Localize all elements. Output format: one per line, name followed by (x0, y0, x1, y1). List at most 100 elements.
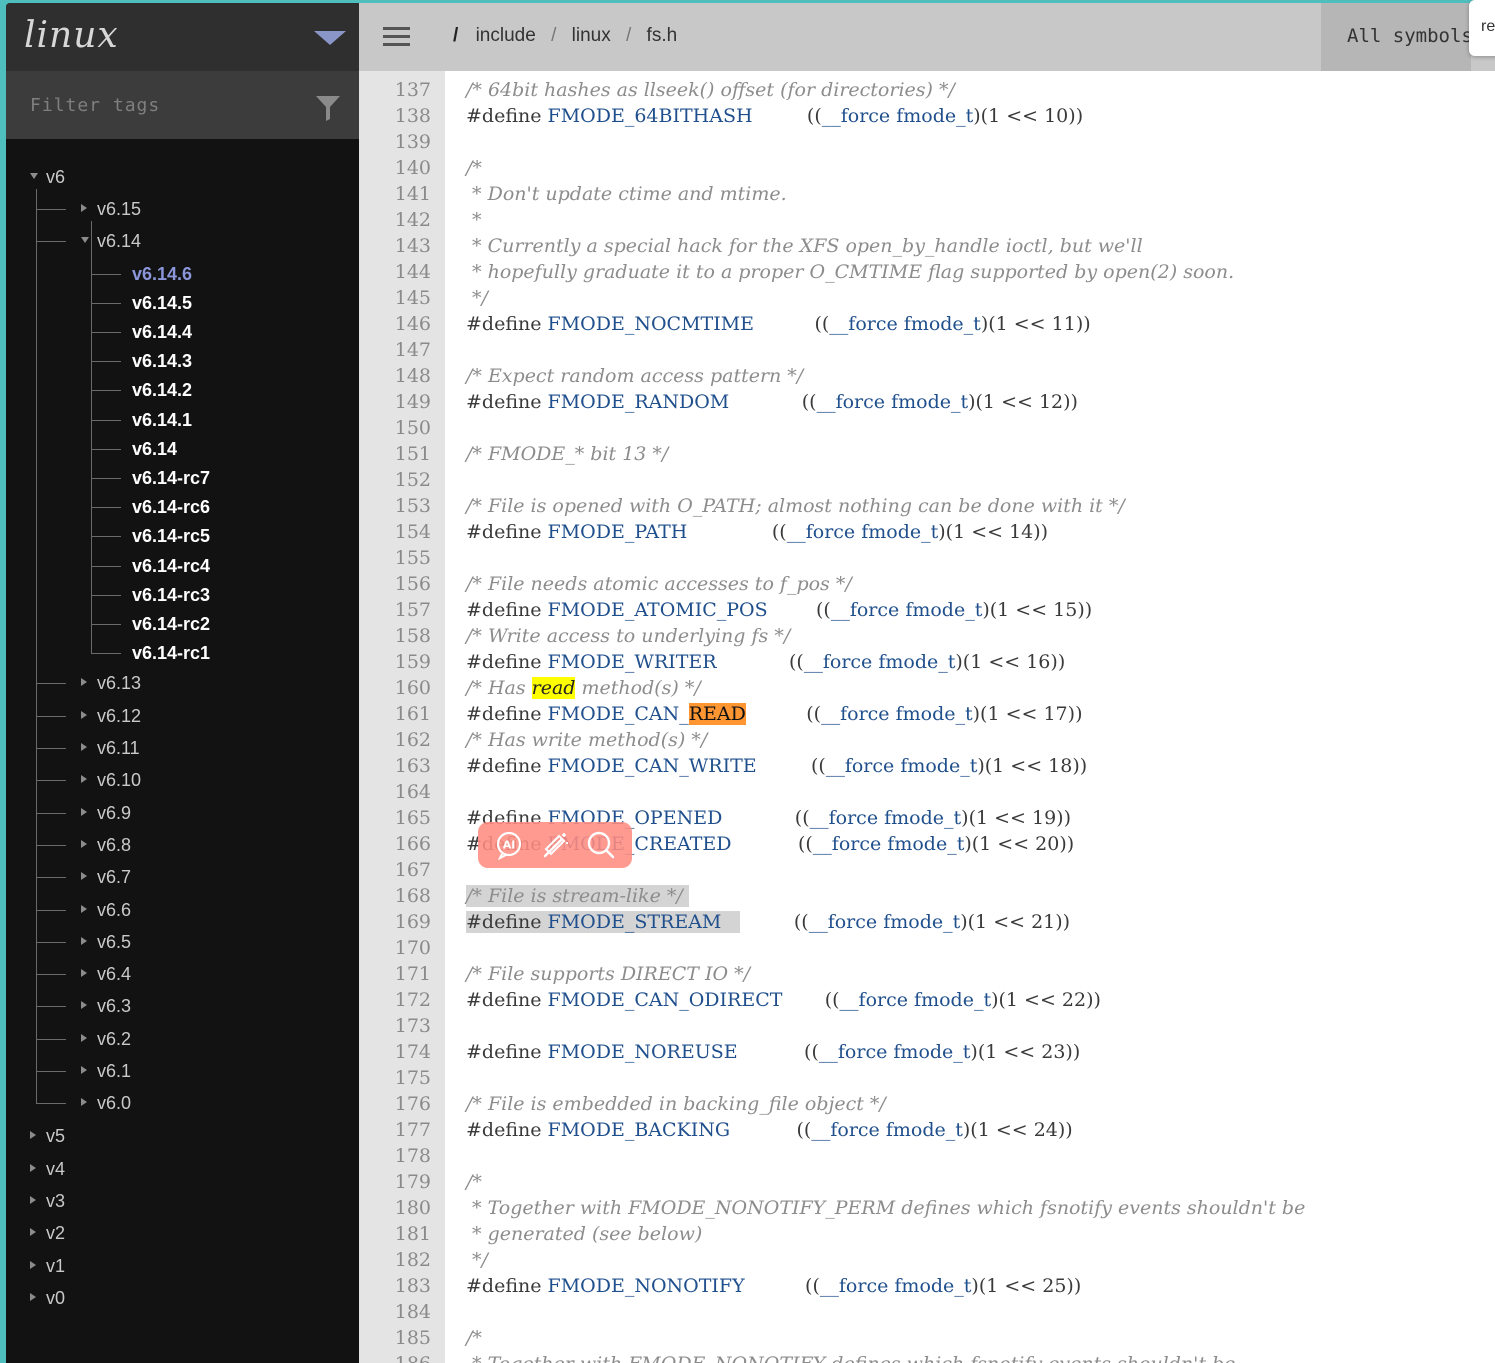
collapsed-triangle-icon[interactable] (81, 969, 87, 978)
breadcrumb-include[interactable]: include (476, 25, 536, 46)
line-number[interactable]: 182 (359, 1247, 431, 1273)
collapsed-triangle-icon[interactable] (81, 839, 87, 848)
line-number[interactable]: 142 (359, 207, 431, 233)
expanded-triangle-icon[interactable] (30, 173, 38, 179)
tree-item-v1[interactable]: v1 (46, 1256, 65, 1276)
line-number[interactable]: 147 (359, 337, 431, 363)
collapsed-triangle-icon[interactable] (30, 1260, 36, 1269)
line-number[interactable]: 174 (359, 1039, 431, 1065)
line-number[interactable]: 144 (359, 259, 431, 285)
line-number[interactable]: 148 (359, 363, 431, 389)
line-number[interactable]: 159 (359, 649, 431, 675)
tree-item-v6-14-rc1[interactable]: v6.14-rc1 (132, 643, 210, 663)
tree-item-v6-6[interactable]: v6.6 (97, 900, 131, 920)
line-number[interactable]: 138 (359, 103, 431, 129)
line-number[interactable]: 164 (359, 779, 431, 805)
tree-item-v6-8[interactable]: v6.8 (97, 835, 131, 855)
hamburger-menu-icon[interactable] (383, 27, 411, 47)
line-number[interactable]: 179 (359, 1169, 431, 1195)
line-number[interactable]: 165 (359, 805, 431, 831)
chevron-down-icon[interactable] (314, 31, 346, 45)
collapsed-triangle-icon[interactable] (81, 710, 87, 719)
all-symbols-button[interactable]: All symbols (1321, 3, 1473, 71)
tree-item-v6-15[interactable]: v6.15 (97, 199, 141, 219)
line-number[interactable]: 151 (359, 441, 431, 467)
line-number[interactable]: 178 (359, 1143, 431, 1169)
tree-item-v6-14-4[interactable]: v6.14.4 (132, 322, 192, 342)
line-number[interactable]: 137 (359, 77, 431, 103)
tree-item-v6-14-5[interactable]: v6.14.5 (132, 293, 192, 313)
collapsed-triangle-icon[interactable] (81, 904, 87, 913)
line-number[interactable]: 154 (359, 519, 431, 545)
tree-item-v0[interactable]: v0 (46, 1288, 65, 1308)
tree-item-v6-14-rc7[interactable]: v6.14-rc7 (132, 468, 210, 488)
collapsed-triangle-icon[interactable] (81, 1033, 87, 1042)
tree-item-v6-9[interactable]: v6.9 (97, 803, 131, 823)
tree-item-v6-3[interactable]: v6.3 (97, 996, 131, 1016)
line-number[interactable]: 163 (359, 753, 431, 779)
tree-item-v6-12[interactable]: v6.12 (97, 706, 141, 726)
line-number[interactable]: 141 (359, 181, 431, 207)
collapsed-triangle-icon[interactable] (30, 1228, 36, 1237)
line-number[interactable]: 185 (359, 1325, 431, 1351)
line-number[interactable]: 177 (359, 1117, 431, 1143)
collapsed-triangle-icon[interactable] (81, 872, 87, 881)
line-number[interactable]: 171 (359, 961, 431, 987)
line-number[interactable]: 139 (359, 129, 431, 155)
tree-item-v6-14-3[interactable]: v6.14.3 (132, 351, 192, 371)
tree-item-v6-5[interactable]: v6.5 (97, 932, 131, 952)
magic-wand-icon[interactable] (540, 830, 570, 860)
line-number[interactable]: 184 (359, 1299, 431, 1325)
collapsed-triangle-icon[interactable] (81, 1066, 87, 1074)
line-number[interactable]: 173 (359, 1013, 431, 1039)
tree-item-v6-14[interactable]: v6.14 (97, 231, 141, 251)
collapsed-triangle-icon[interactable] (81, 743, 87, 751)
line-number[interactable]: 176 (359, 1091, 431, 1117)
tree-item-v6-14-1[interactable]: v6.14.1 (132, 410, 192, 430)
line-number[interactable]: 150 (359, 415, 431, 441)
project-selector[interactable]: linux (6, 3, 359, 71)
line-number[interactable]: 169 (359, 909, 431, 935)
tree-item-v6-14-rc6[interactable]: v6.14-rc6 (132, 497, 210, 517)
line-number[interactable]: 186 (359, 1351, 431, 1363)
line-number[interactable]: 162 (359, 727, 431, 753)
line-number[interactable]: 167 (359, 857, 431, 883)
line-number[interactable]: 152 (359, 467, 431, 493)
tree-item-v6[interactable]: v6 (46, 167, 65, 187)
popup-panel-edge[interactable]: re (1469, 0, 1495, 56)
line-number[interactable]: 146 (359, 311, 431, 337)
collapsed-triangle-icon[interactable] (30, 1163, 36, 1172)
line-number[interactable]: 181 (359, 1221, 431, 1247)
tree-item-v6-11[interactable]: v6.11 (97, 738, 140, 758)
line-number[interactable]: 143 (359, 233, 431, 259)
breadcrumb-linux[interactable]: linux (572, 25, 611, 46)
line-number[interactable]: 140 (359, 155, 431, 181)
expanded-triangle-icon[interactable] (81, 237, 89, 244)
collapsed-triangle-icon[interactable] (81, 1098, 87, 1107)
filter-icon[interactable] (315, 94, 341, 122)
tree-item-v6-4[interactable]: v6.4 (97, 964, 131, 984)
ai-chat-icon[interactable]: AI (494, 830, 524, 860)
tree-item-v6-2[interactable]: v6.2 (97, 1029, 131, 1049)
tree-item-v6-0[interactable]: v6.0 (97, 1093, 131, 1113)
line-number[interactable]: 160 (359, 675, 431, 701)
tree-item-v6-14-rc3[interactable]: v6.14-rc3 (132, 585, 210, 605)
collapsed-triangle-icon[interactable] (81, 204, 87, 212)
tree-item-v6-14-rc4[interactable]: v6.14-rc4 (132, 556, 210, 576)
tree-item-v6-14-6[interactable]: v6.14.6 (132, 264, 192, 284)
line-number[interactable]: 166 (359, 831, 431, 857)
tree-item-v6-10[interactable]: v6.10 (97, 770, 141, 790)
line-number[interactable]: 172 (359, 987, 431, 1013)
collapsed-triangle-icon[interactable] (30, 1131, 36, 1140)
line-number[interactable]: 168 (359, 883, 431, 909)
tree-item-v6-14-rc2[interactable]: v6.14-rc2 (132, 614, 210, 634)
line-number[interactable]: 183 (359, 1273, 431, 1299)
tree-item-v5[interactable]: v5 (46, 1126, 65, 1146)
collapsed-triangle-icon[interactable] (81, 1001, 87, 1010)
filter-tags-input[interactable] (30, 95, 300, 116)
line-number[interactable]: 175 (359, 1065, 431, 1091)
line-number[interactable]: 156 (359, 571, 431, 597)
line-number[interactable]: 157 (359, 597, 431, 623)
breadcrumb-file[interactable]: fs.h (647, 25, 678, 46)
breadcrumb-root[interactable]: / (453, 25, 458, 46)
